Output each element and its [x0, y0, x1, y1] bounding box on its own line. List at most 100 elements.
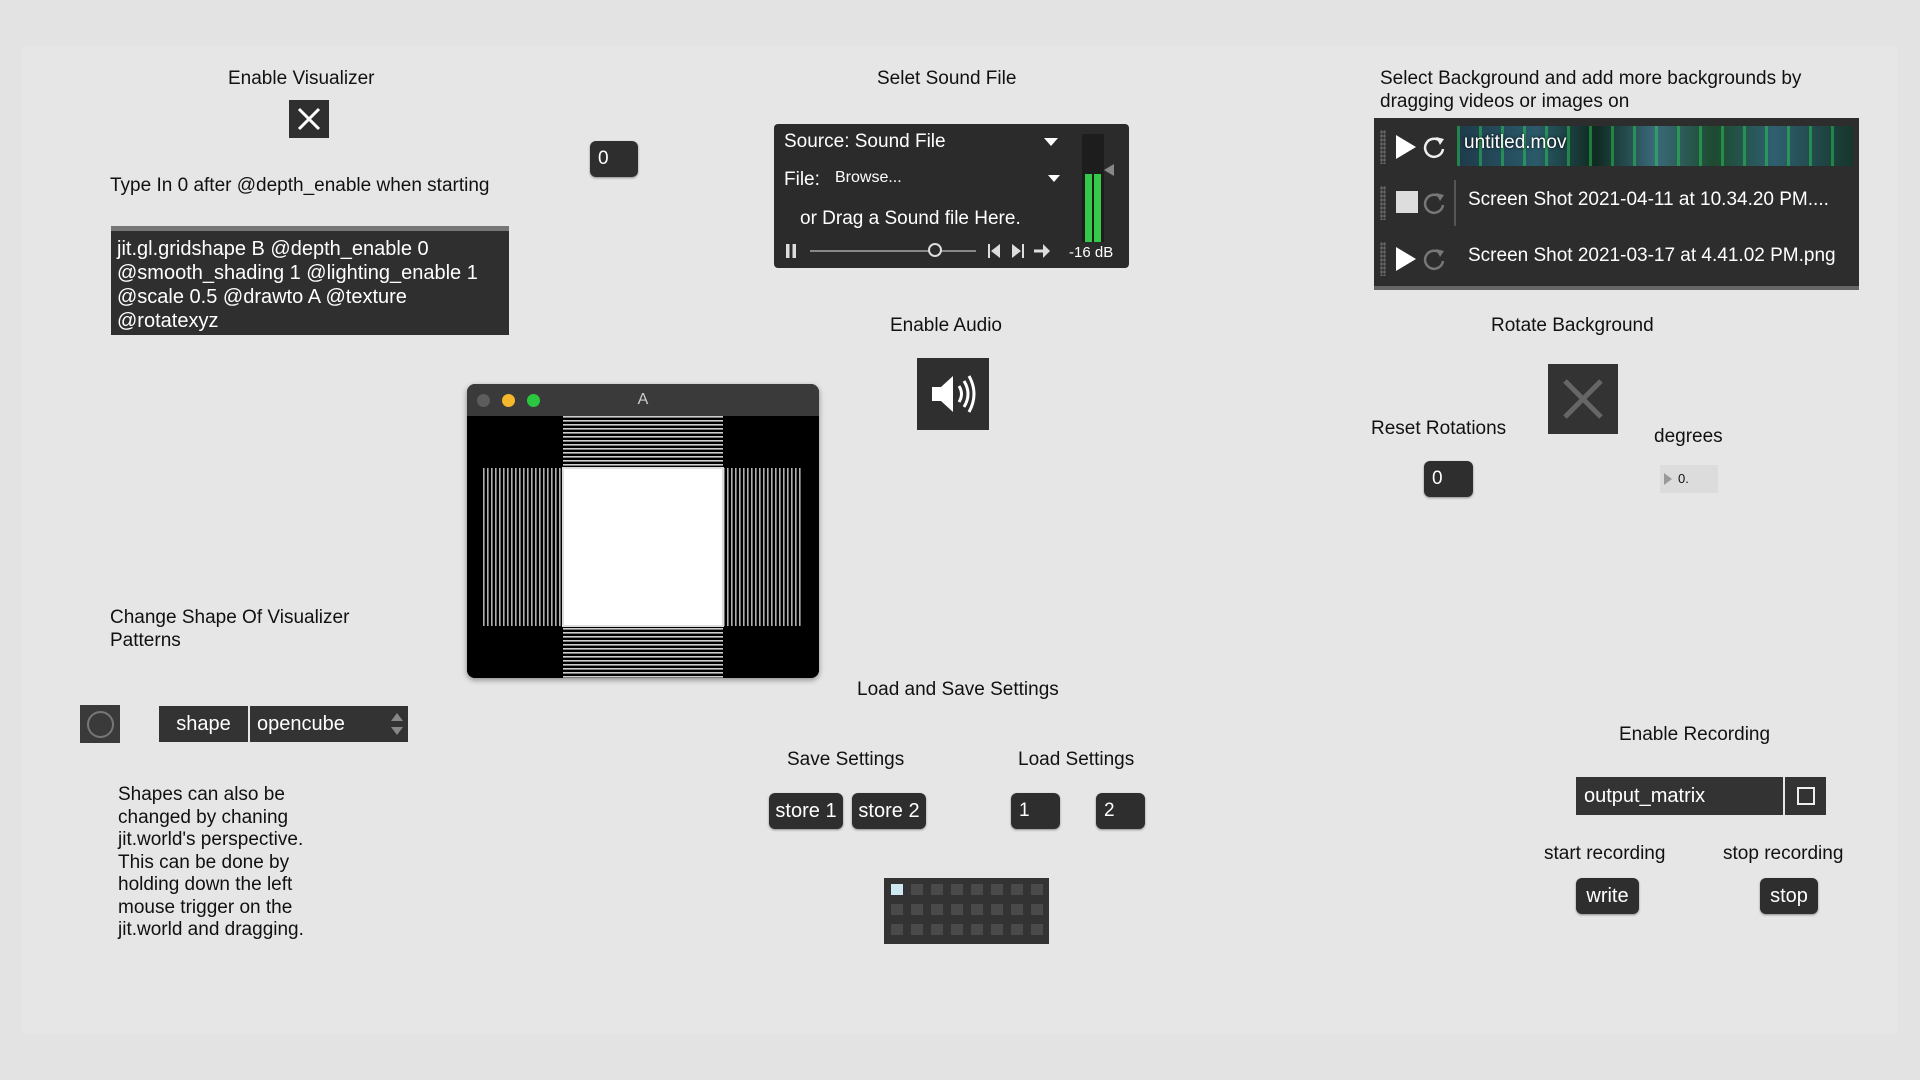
shape-bang-button[interactable]	[80, 705, 120, 743]
preset-grid[interactable]	[884, 878, 1049, 944]
window-title: A	[637, 391, 649, 408]
play-icon[interactable]	[1394, 135, 1416, 159]
opencube-render	[483, 416, 803, 678]
rotate-background-toggle[interactable]	[1548, 364, 1618, 434]
divider	[1454, 180, 1456, 226]
preset-slot[interactable]	[951, 884, 963, 895]
previous-icon[interactable]	[988, 244, 1000, 258]
preset-slot[interactable]	[1011, 924, 1023, 935]
preset-slot[interactable]	[971, 924, 983, 935]
degrees-value: 0.	[1678, 471, 1689, 486]
playlist-row[interactable]: Screen Shot 2021-04-11 at 10.34.20 PM...…	[1374, 176, 1858, 230]
preset-slot[interactable]	[1031, 904, 1043, 915]
jit-world-window[interactable]: A	[467, 384, 819, 678]
up-down-arrows-icon	[391, 713, 403, 735]
file-browse-menu[interactable]: Browse...	[835, 169, 902, 187]
drag-grip-icon[interactable]	[1380, 186, 1386, 220]
sound-file-player[interactable]: Source: Sound File File: Browse... or Dr…	[774, 124, 1129, 268]
preset-slot[interactable]	[971, 884, 983, 895]
preset-slot[interactable]	[991, 884, 1003, 895]
drag-grip-icon[interactable]	[1380, 130, 1386, 164]
playlist-bottom-bar	[1374, 286, 1859, 290]
preset-slot[interactable]	[931, 924, 943, 935]
change-shape-label: Change Shape Of Visualizer Patterns	[110, 607, 350, 651]
pause-icon[interactable]	[786, 244, 796, 258]
shape-note-text: Shapes can also be changed by chaning ji…	[118, 784, 304, 940]
playlist-row[interactable]: untitled.mov	[1374, 120, 1858, 174]
preset-slot[interactable]	[1011, 904, 1023, 915]
preset-slot[interactable]	[931, 884, 943, 895]
preset-slot[interactable]	[1031, 884, 1043, 895]
window-titlebar[interactable]: A	[467, 384, 819, 416]
depth-number-box[interactable]: 0	[590, 141, 638, 177]
next-icon[interactable]	[1012, 244, 1024, 258]
stop-square-icon[interactable]	[1396, 191, 1418, 213]
loop-icon[interactable]	[1422, 191, 1446, 215]
play-icon[interactable]	[1394, 247, 1416, 271]
record-toggle[interactable]	[1785, 777, 1826, 815]
source-menu-label[interactable]: Source: Sound File	[784, 131, 946, 153]
x-icon	[1563, 379, 1603, 419]
load-1-button[interactable]: 1	[1011, 793, 1060, 829]
enable-visualizer-label: Enable Visualizer	[228, 68, 375, 89]
loop-icon[interactable]	[1422, 247, 1446, 271]
load-2-button[interactable]: 2	[1096, 793, 1145, 829]
stop-recording-label: stop recording	[1723, 843, 1844, 864]
degrees-label: degrees	[1654, 426, 1723, 447]
enable-recording-label: Enable Recording	[1619, 724, 1771, 745]
speaker-icon	[932, 375, 976, 413]
loop-icon[interactable]	[1422, 135, 1446, 159]
select-sound-label: Selet Sound File	[877, 68, 1017, 89]
meter-left-bar	[1085, 174, 1092, 242]
gridshape-message-box[interactable]: jit.gl.gridshape B @depth_enable 0 @smoo…	[111, 226, 509, 335]
playlist-item-name: Screen Shot 2021-03-17 at 4.41.02 PM.png	[1468, 245, 1836, 266]
playlist-item-name: untitled.mov	[1464, 132, 1567, 153]
loop-arrow-icon[interactable]	[1034, 244, 1050, 258]
load-save-label: Load and Save Settings	[857, 679, 1059, 700]
preset-slot[interactable]	[991, 924, 1003, 935]
shape-umenu[interactable]: opencube	[250, 706, 408, 742]
preset-slot[interactable]	[951, 904, 963, 915]
write-button[interactable]: write	[1576, 878, 1639, 914]
store-2-button[interactable]: store 2	[852, 793, 926, 829]
preset-slot[interactable]	[971, 904, 983, 915]
output-matrix-message[interactable]: output_matrix	[1576, 777, 1783, 815]
preset-slot[interactable]	[891, 884, 903, 895]
drag-grip-icon[interactable]	[1380, 242, 1386, 276]
enable-audio-label: Enable Audio	[890, 315, 1002, 336]
select-background-label: Select Background and add more backgroun…	[1380, 68, 1802, 112]
preset-slot[interactable]	[1011, 884, 1023, 895]
audio-toggle-button[interactable]	[917, 358, 989, 430]
reset-rotations-number[interactable]: 0	[1424, 461, 1473, 497]
depth-hint-label: Type In 0 after @depth_enable when start…	[110, 175, 490, 196]
playlist-item-name: Screen Shot 2021-04-11 at 10.34.20 PM...…	[1468, 189, 1829, 210]
file-label: File:	[784, 169, 820, 190]
background-playlist[interactable]: untitled.mov Screen Shot 2021-04-11 at 1…	[1374, 118, 1859, 290]
chevron-down-icon[interactable]	[1044, 138, 1058, 147]
preset-slot[interactable]	[911, 904, 923, 915]
preset-slot[interactable]	[951, 924, 963, 935]
preset-slot[interactable]	[891, 904, 903, 915]
chevron-down-icon[interactable]	[1048, 175, 1060, 183]
playlist-row[interactable]: Screen Shot 2021-03-17 at 4.41.02 PM.png	[1374, 232, 1858, 286]
x-icon	[297, 107, 321, 131]
playback-slider[interactable]	[810, 250, 976, 252]
start-recording-label: start recording	[1544, 843, 1666, 864]
stop-button[interactable]: stop	[1760, 878, 1818, 914]
preset-slot[interactable]	[891, 924, 903, 935]
store-1-button[interactable]: store 1	[769, 793, 843, 829]
preset-slot[interactable]	[911, 924, 923, 935]
bang-circle-icon	[86, 710, 114, 738]
load-settings-label: Load Settings	[1018, 749, 1135, 770]
enable-visualizer-toggle[interactable]	[289, 100, 329, 138]
preset-slot[interactable]	[1031, 924, 1043, 935]
reset-rotations-label: Reset Rotations	[1371, 418, 1507, 439]
gain-pointer-icon[interactable]	[1104, 164, 1114, 176]
render-canvas[interactable]	[467, 416, 819, 678]
preset-slot[interactable]	[911, 884, 923, 895]
preset-slot[interactable]	[991, 904, 1003, 915]
degrees-float-box[interactable]: 0.	[1660, 465, 1718, 493]
playhead-knob[interactable]	[927, 243, 942, 257]
preset-slot[interactable]	[931, 904, 943, 915]
shape-message-box[interactable]: shape	[159, 706, 248, 742]
